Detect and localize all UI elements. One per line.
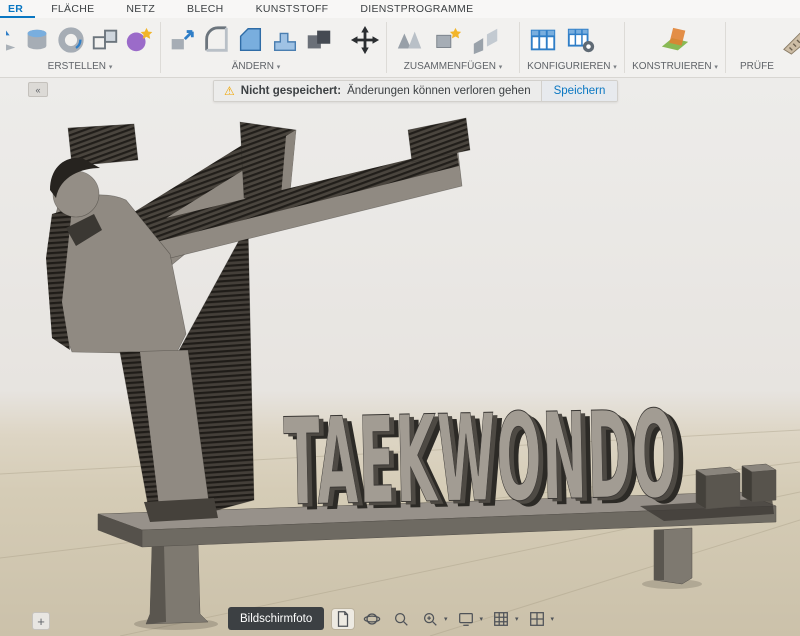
new-component-icon[interactable] bbox=[431, 23, 465, 57]
assembly-icon[interactable] bbox=[393, 23, 427, 57]
model-scene: TAEKWONDO TAEKWONDO TAEKWONDO bbox=[0, 117, 800, 636]
fillet-icon[interactable] bbox=[201, 23, 231, 57]
tab-blech[interactable]: BLECH bbox=[171, 0, 240, 18]
form-sphere-icon[interactable] bbox=[124, 23, 154, 57]
pruefen-menu-button[interactable]: PRÜFE bbox=[726, 59, 800, 75]
navigation-bar: ▾ ▾ ▾ ▾ bbox=[332, 609, 554, 629]
tab-volumenkoerper[interactable]: ER bbox=[0, 0, 36, 18]
erstellen-label: ERSTELLEN bbox=[47, 61, 107, 72]
tooltip-bildschirmfoto: Bildschirmfoto bbox=[228, 607, 325, 630]
warning-text: Änderungen können verloren gehen bbox=[347, 85, 531, 97]
joint-icon[interactable] bbox=[469, 23, 503, 57]
pruefen-label: PRÜFE bbox=[740, 61, 774, 72]
konstruieren-menu-button[interactable]: KONSTRUIEREN ▾ bbox=[625, 59, 725, 75]
aendern-menu-button[interactable]: ÄNDERN ▾ bbox=[161, 59, 351, 75]
chevron-down-icon[interactable]: ▾ bbox=[444, 615, 448, 623]
konfigurieren-menu-button[interactable]: KONFIGURIEREN ▾ bbox=[520, 59, 624, 75]
fit-view-icon[interactable] bbox=[390, 609, 412, 629]
menu-bar: ER FLÄCHE NETZ BLECH KUNSTSTOFF DIENSTPR… bbox=[0, 0, 800, 18]
fusion-app-window: ER FLÄCHE NETZ BLECH KUNSTSTOFF DIENSTPR… bbox=[0, 0, 800, 636]
grid-settings-icon[interactable] bbox=[490, 609, 512, 629]
configuration-insert-icon[interactable] bbox=[564, 23, 598, 57]
warning-icon: ⚠ bbox=[224, 84, 235, 98]
construction-plane-icon[interactable] bbox=[658, 23, 692, 57]
chevron-down-icon: ▾ bbox=[276, 64, 281, 71]
screenshot-page-icon[interactable] bbox=[332, 609, 354, 629]
toolbar-group-konstruieren: KONSTRUIEREN ▾ bbox=[625, 18, 725, 77]
konfigurieren-label: KONFIGURIEREN bbox=[527, 61, 611, 72]
unsaved-warning-bar: ⚠ Nicht gespeichert: Änderungen können v… bbox=[213, 80, 619, 102]
viewports-icon[interactable] bbox=[526, 609, 548, 629]
move-copy-icon[interactable] bbox=[350, 23, 380, 57]
extrude-icon[interactable] bbox=[6, 23, 18, 57]
chevron-down-icon[interactable]: ▾ bbox=[551, 615, 555, 623]
tab-flaeche[interactable]: FLÄCHE bbox=[35, 0, 110, 18]
browser-collapse-icon[interactable]: « bbox=[28, 82, 48, 97]
chevron-down-icon[interactable]: ▾ bbox=[515, 615, 519, 623]
erstellen-menu-button[interactable]: ERSTELLEN ▾ bbox=[0, 59, 160, 75]
zusammenfuegen-label: ZUSAMMENFÜGEN bbox=[403, 61, 496, 72]
save-button[interactable]: Speichern bbox=[540, 81, 618, 101]
toolbar-group-erstellen: ERSTELLEN ▾ bbox=[0, 18, 160, 77]
display-settings-icon[interactable] bbox=[455, 609, 477, 629]
warning-title: Nicht gespeichert: bbox=[240, 85, 342, 97]
chamfer-icon[interactable] bbox=[235, 23, 265, 57]
add-button[interactable]: + bbox=[32, 612, 50, 630]
chevron-down-icon: ▾ bbox=[613, 64, 617, 71]
tab-netz[interactable]: NETZ bbox=[110, 0, 171, 18]
ribbon-toolbar: ERSTELLEN ▾ ÄNDERN ▾ ZUSAMMENFÜGEN ▾ KON… bbox=[0, 18, 800, 78]
model-text-taekwondo[interactable]: TAEKWONDO TAEKWONDO TAEKWONDO bbox=[282, 384, 689, 538]
text-front-face: TAEKWONDO bbox=[283, 384, 679, 532]
chevron-down-icon[interactable]: ▾ bbox=[480, 615, 484, 623]
fist bbox=[407, 117, 471, 163]
orbit-icon[interactable] bbox=[361, 609, 383, 629]
tab-dienstprogramme[interactable]: DIENSTPROGRAMME bbox=[344, 0, 489, 18]
configuration-table-icon[interactable] bbox=[526, 23, 560, 57]
combine-icon[interactable] bbox=[304, 23, 334, 57]
toolbar-group-aendern: ÄNDERN ▾ bbox=[161, 18, 386, 77]
zusammenfuegen-menu-button[interactable]: ZUSAMMENFÜGEN ▾ bbox=[387, 59, 519, 75]
standing-foot bbox=[144, 498, 218, 522]
warning-message-area: ⚠ Nicht gespeichert: Änderungen können v… bbox=[214, 81, 541, 101]
chevron-down-icon: ▾ bbox=[714, 64, 718, 71]
tab-kunststoff[interactable]: KUNSTSTOFF bbox=[240, 0, 345, 18]
viewport-canvas[interactable]: TAEKWONDO TAEKWONDO TAEKWONDO « ⚠ Nicht … bbox=[0, 78, 800, 636]
zoom-window-icon[interactable] bbox=[419, 609, 441, 629]
cylinder-primitive-icon[interactable] bbox=[22, 23, 52, 57]
aendern-label: ÄNDERN bbox=[231, 61, 274, 72]
shell-icon[interactable] bbox=[270, 23, 300, 57]
toolbar-group-konfigurieren: KONFIGURIEREN ▾ bbox=[520, 18, 624, 77]
revolve-icon[interactable] bbox=[56, 23, 86, 57]
press-pull-icon[interactable] bbox=[167, 23, 197, 57]
chevron-down-icon: ▾ bbox=[498, 64, 503, 71]
konstruieren-label: KONSTRUIEREN bbox=[632, 61, 712, 72]
rectangular-pattern-icon[interactable] bbox=[90, 23, 120, 57]
toolbar-group-pruefen: PRÜFE bbox=[726, 18, 800, 77]
toolbar-group-zusammenfuegen: ZUSAMMENFÜGEN ▾ bbox=[387, 18, 519, 77]
measure-icon[interactable] bbox=[780, 23, 800, 57]
chevron-down-icon: ▾ bbox=[108, 64, 113, 71]
